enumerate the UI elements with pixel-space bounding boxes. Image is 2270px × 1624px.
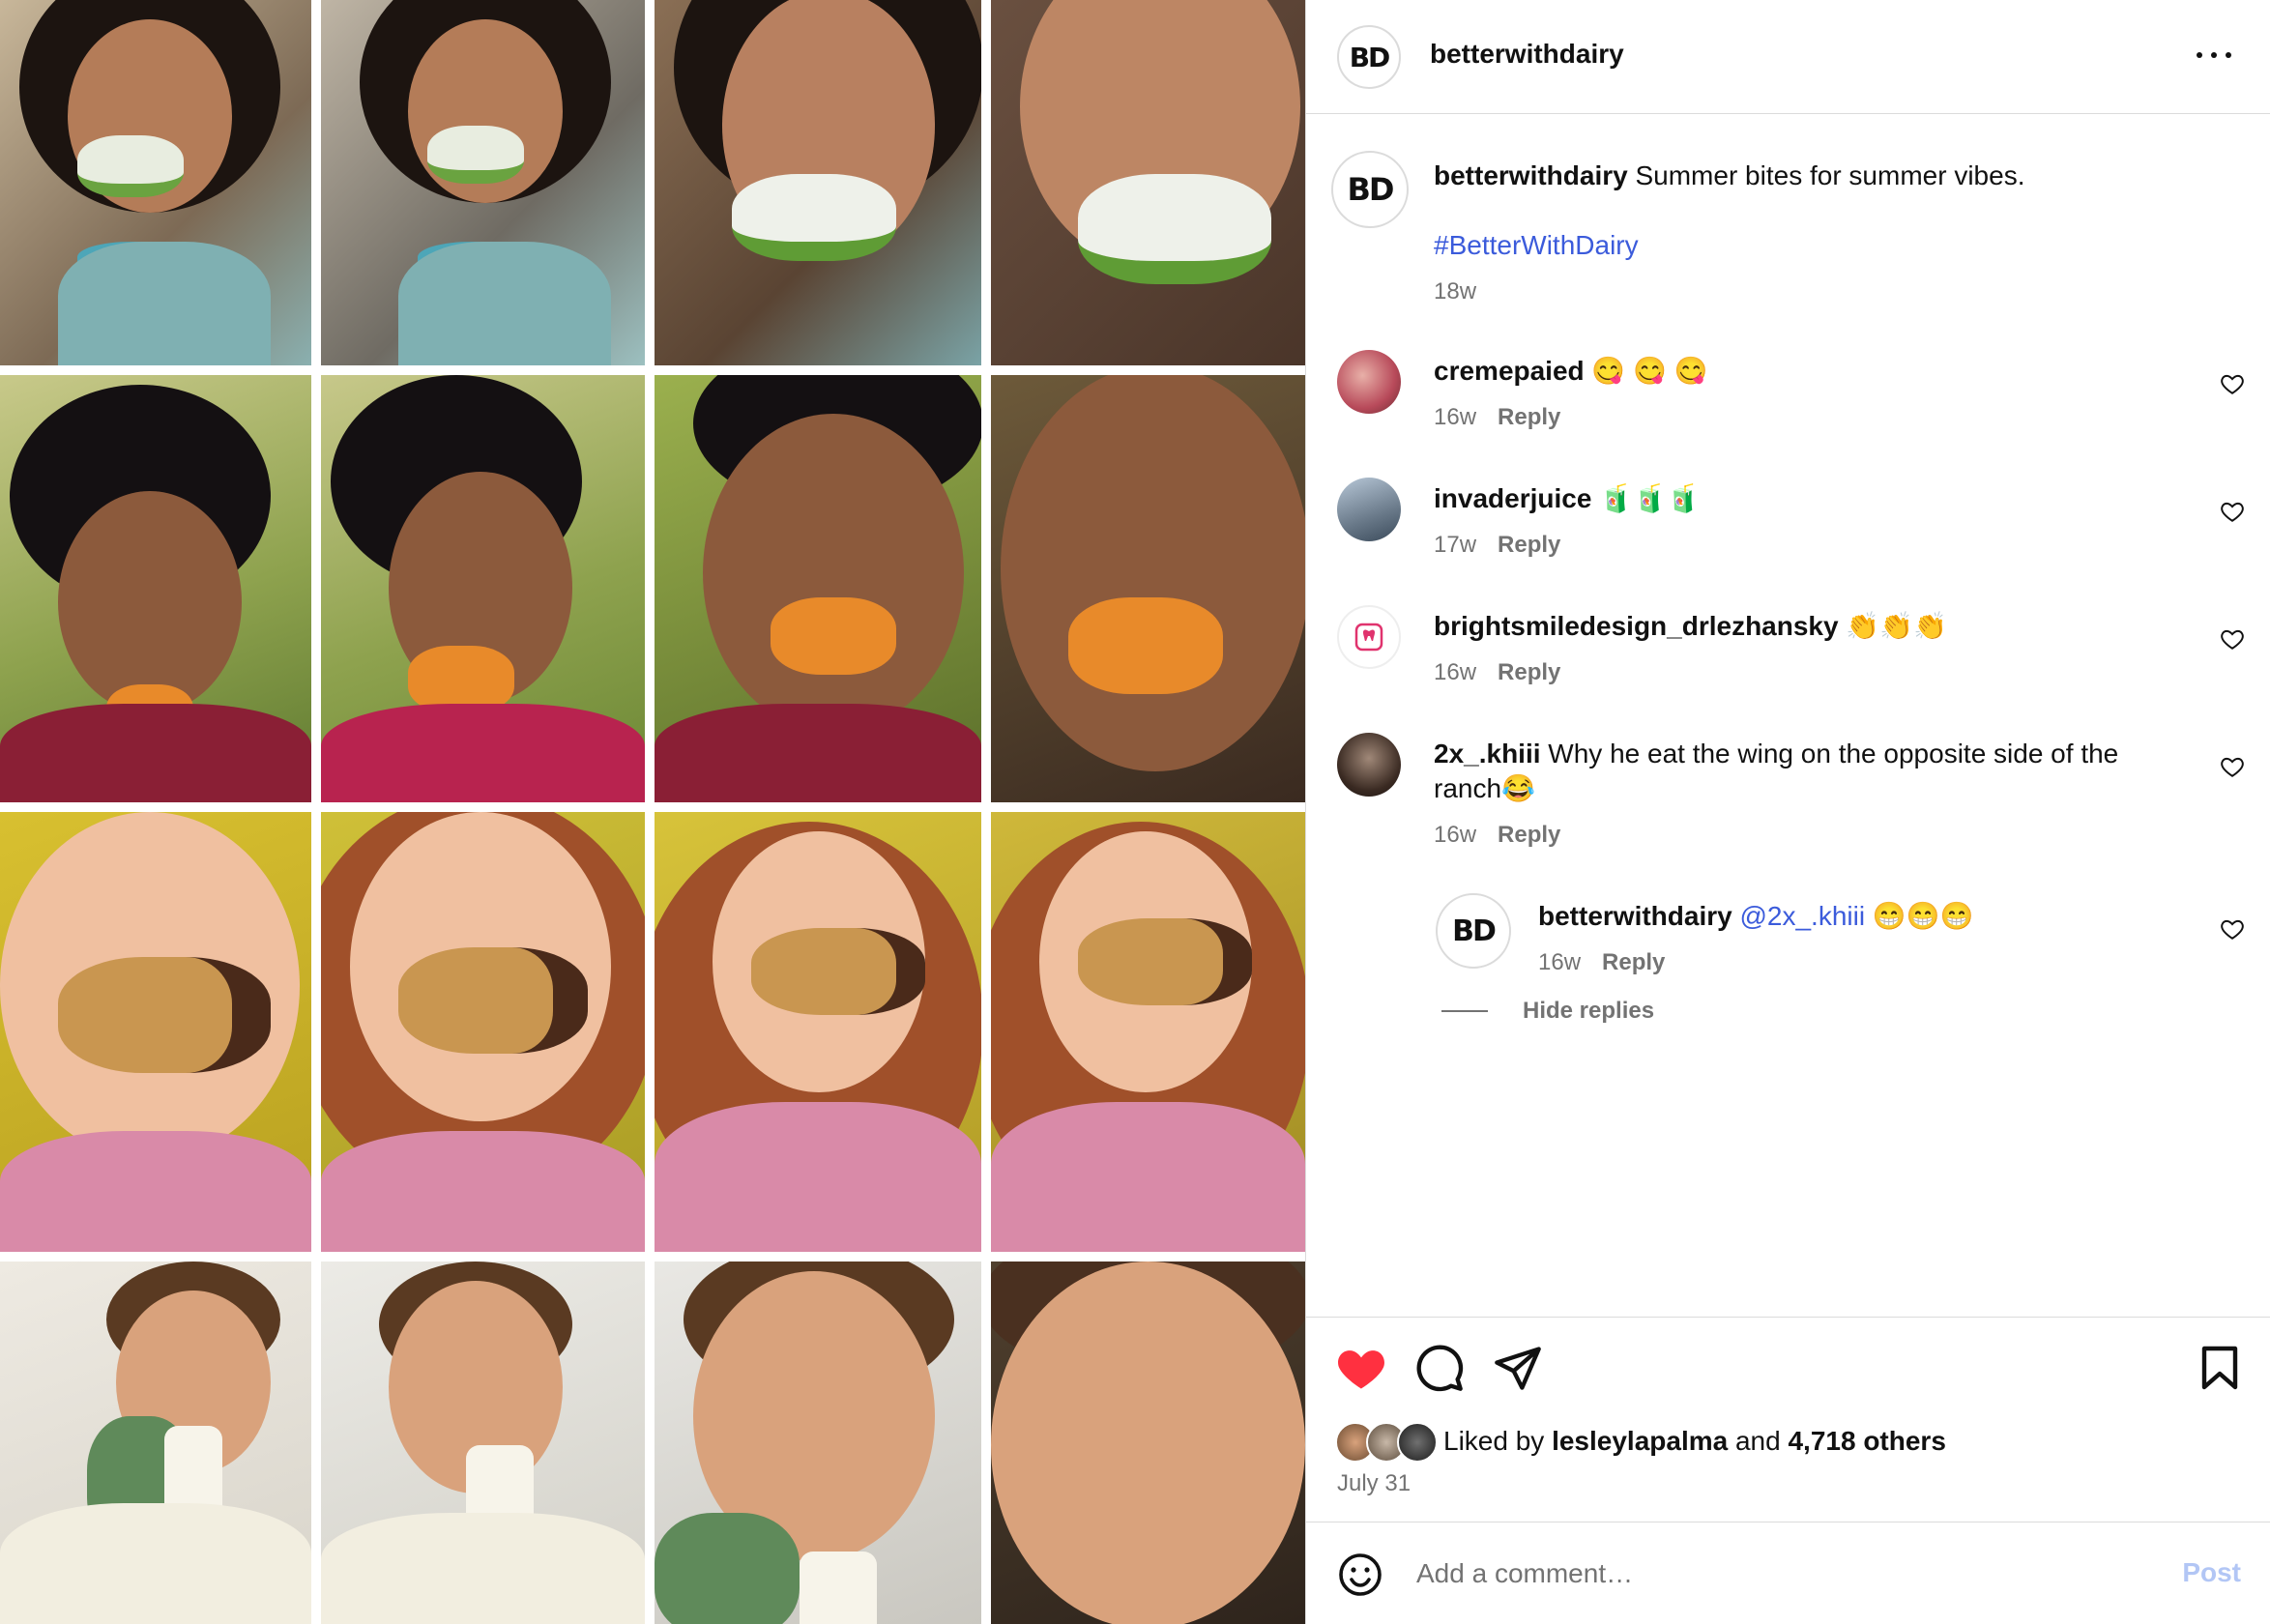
comment-text: cremepaied 😋 😋 😋 — [1434, 354, 1708, 389]
reply-body: 😁😁😁 — [1872, 901, 1974, 931]
action-bar: Liked by lesleylapalma and 4,718 others … — [1306, 1317, 2270, 1522]
caption-hashtag[interactable]: #BetterWithDairy — [1434, 228, 1639, 263]
comment-body-continued: ranch😂 — [1434, 773, 1535, 803]
add-comment-bar: Post — [1306, 1522, 2270, 1624]
emoji-icon[interactable] — [1337, 1552, 1383, 1598]
comment-age: 16w — [1434, 404, 1477, 430]
heart-icon[interactable] — [2220, 499, 2245, 524]
photo-tile — [0, 1262, 311, 1624]
comment-meta: 16w Reply — [1434, 659, 1560, 686]
comment-meta: 16w Reply — [1434, 822, 1560, 849]
liker-username[interactable]: lesleylapalma — [1552, 1426, 1728, 1457]
hide-replies-button[interactable]: Hide replies — [1441, 998, 1654, 1025]
comment-text: 2x_.khiii Why he eat the wing on the opp… — [1434, 737, 2188, 806]
comment-meta: 17w Reply — [1434, 532, 1560, 559]
author-username[interactable]: betterwithdairy — [1430, 39, 1624, 70]
post-button[interactable]: Post — [2182, 1557, 2241, 1588]
likes-and: and — [1734, 1426, 1781, 1456]
caption-avatar[interactable]: BD — [1331, 151, 1409, 228]
comment-body: 👏👏👏 — [1846, 611, 1947, 641]
comment-username[interactable]: brightsmiledesign_drlezhansky — [1434, 611, 1839, 641]
heart-icon[interactable] — [1335, 1343, 1387, 1391]
caption-username[interactable]: betterwithdairy — [1434, 160, 1628, 190]
photo-tile — [991, 1262, 1305, 1624]
tooth-icon — [1354, 623, 1383, 652]
comment-username[interactable]: cremepaied — [1434, 356, 1585, 386]
photo-tile — [655, 812, 981, 1252]
share-icon[interactable] — [1492, 1343, 1544, 1393]
logo-text: BD — [1452, 914, 1497, 948]
comment-body: 😋 😋 😋 — [1591, 356, 1708, 386]
photo-tile — [991, 812, 1305, 1252]
heart-icon[interactable] — [2220, 626, 2245, 652]
photo-tile — [991, 0, 1305, 365]
caption-text: betterwithdairy Summer bites for summer … — [1434, 159, 2024, 193]
commenter-avatar[interactable] — [1337, 733, 1401, 797]
hide-replies-line — [1441, 1010, 1488, 1012]
comment-text: brightsmiledesign_drlezhansky 👏👏👏 — [1434, 609, 1947, 644]
likes-summary: Liked by lesleylapalma and 4,718 others — [1335, 1422, 1946, 1463]
reply-button[interactable]: Reply — [1498, 532, 1560, 558]
photo-tile — [655, 0, 981, 365]
reply-text: betterwithdairy @2x_.khiii 😁😁😁 — [1538, 899, 1973, 934]
likes-others[interactable]: 4,718 others — [1788, 1426, 1945, 1457]
photo-tile — [0, 812, 311, 1252]
photo-tile — [991, 375, 1305, 802]
comment-icon[interactable] — [1414, 1343, 1465, 1393]
reply-button[interactable]: Reply — [1498, 822, 1560, 848]
caption-body: Summer bites for summer vibes. — [1635, 160, 2025, 190]
comment-username[interactable]: invaderjuice — [1434, 483, 1591, 513]
photo-tile — [321, 1262, 645, 1624]
heart-icon[interactable] — [2220, 916, 2245, 942]
photo-tile — [655, 1262, 981, 1624]
reply-button[interactable]: Reply — [1498, 404, 1560, 430]
liker-avatars[interactable] — [1335, 1422, 1440, 1463]
comment-input[interactable] — [1414, 1552, 2095, 1596]
reply-button[interactable]: Reply — [1498, 659, 1560, 685]
photo-tile — [321, 812, 645, 1252]
comment-age: 17w — [1434, 532, 1477, 558]
reply-mention[interactable]: @2x_.khiii — [1739, 901, 1865, 931]
photo-tile — [655, 375, 981, 802]
commenter-avatar[interactable] — [1337, 478, 1401, 541]
comment-age: 16w — [1434, 822, 1477, 848]
commenter-avatar[interactable] — [1337, 605, 1401, 669]
photo-tile — [0, 375, 311, 802]
hide-replies-label: Hide replies — [1523, 998, 1655, 1024]
reply-avatar[interactable]: BD — [1436, 893, 1511, 969]
likes-prefix: Liked by — [1443, 1426, 1545, 1456]
comment-text: invaderjuice 🧃🧃🧃 — [1434, 481, 1701, 516]
photo-tile — [0, 0, 311, 365]
heart-icon[interactable] — [2220, 371, 2245, 396]
photo-tile — [321, 375, 645, 802]
post-date[interactable]: July 31 — [1337, 1470, 1411, 1497]
comment-body: Why he eat the wing on the opposite side… — [1548, 739, 2119, 768]
author-avatar[interactable]: BD — [1337, 25, 1401, 89]
reply-username[interactable]: betterwithdairy — [1538, 901, 1732, 931]
reply-button[interactable]: Reply — [1602, 949, 1665, 975]
comment-body: 🧃🧃🧃 — [1599, 483, 1701, 513]
bookmark-icon[interactable] — [2198, 1345, 2241, 1391]
comment-age: 16w — [1434, 659, 1477, 685]
post-panel: BD betterwithdairy BD betterwithdairy Su… — [1305, 0, 2270, 1624]
caption-age: 18w — [1434, 278, 1477, 304]
logo-text: BD — [1349, 41, 1391, 73]
photo-tile — [321, 0, 645, 365]
post-header: BD betterwithdairy — [1306, 0, 2270, 114]
reply-age: 16w — [1538, 949, 1582, 975]
comment-username[interactable]: 2x_.khiii — [1434, 739, 1541, 768]
commenter-avatar[interactable] — [1337, 350, 1401, 414]
more-icon[interactable] — [2197, 41, 2231, 70]
post-media-grid[interactable] — [0, 0, 1305, 1624]
heart-icon[interactable] — [2220, 754, 2245, 779]
comment-meta: 16w Reply — [1434, 404, 1560, 431]
logo-text: BD — [1347, 171, 1395, 208]
reply-meta: 16w Reply — [1538, 949, 1665, 976]
